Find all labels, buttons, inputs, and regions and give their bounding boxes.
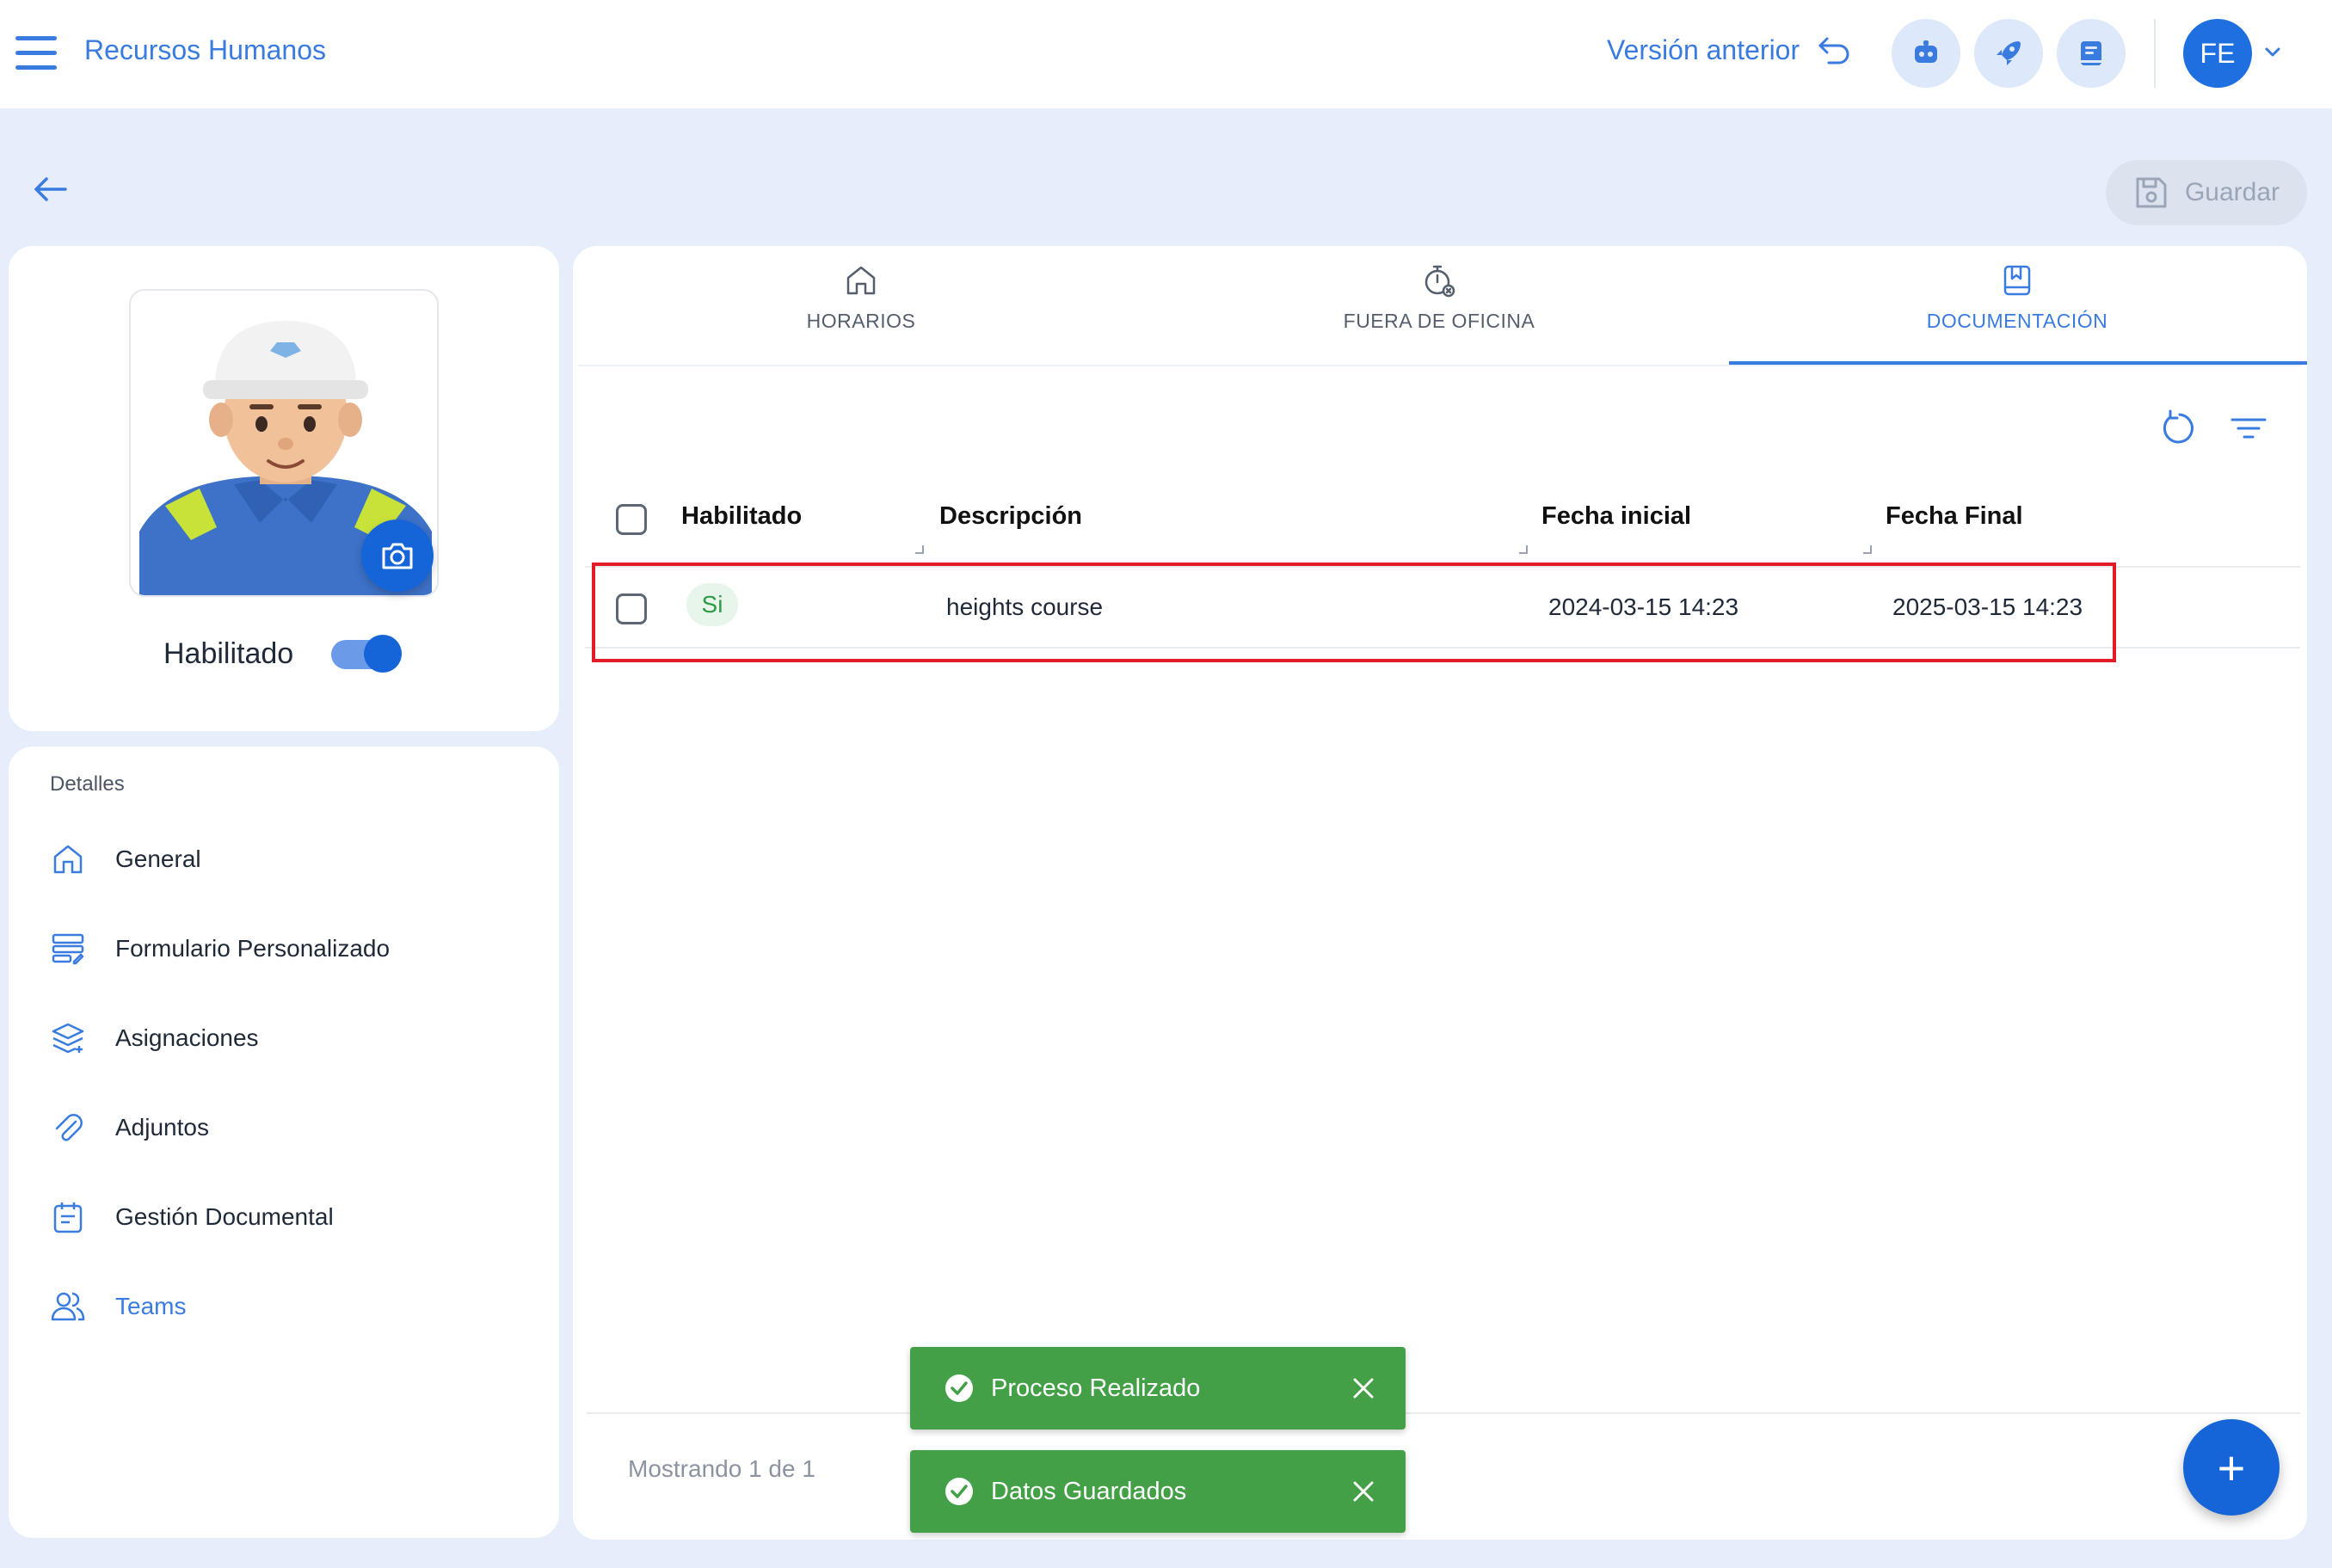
toast-data-saved: Datos Guardados bbox=[910, 1450, 1406, 1533]
details-title: Detalles bbox=[50, 772, 125, 796]
column-header-fecha-final[interactable]: Fecha Final bbox=[1886, 502, 2023, 531]
home-icon bbox=[53, 845, 83, 874]
nav-item-document-management[interactable]: Gestión Documental bbox=[50, 1199, 334, 1235]
tab-label: HORARIOS bbox=[806, 310, 916, 332]
nav-item-label: General bbox=[115, 845, 201, 872]
hamburger-menu-icon[interactable] bbox=[15, 36, 57, 71]
app-title: Recursos Humanos bbox=[84, 34, 326, 65]
enabled-label: Habilitado bbox=[163, 637, 294, 670]
layers-icon bbox=[52, 1023, 84, 1054]
tab-fuera-de-oficina[interactable]: FUERA DE OFICINA bbox=[1151, 263, 1727, 372]
details-card: Detalles General Formulario Personalizad… bbox=[9, 747, 559, 1538]
toast-text: Datos Guardados bbox=[991, 1477, 1187, 1505]
tab-label: DOCUMENTACIÓN bbox=[1926, 310, 2108, 332]
column-resize-handle[interactable] bbox=[1863, 545, 1872, 554]
pagination-status: Mostrando 1 de 1 bbox=[628, 1455, 815, 1482]
enabled-toggle[interactable] bbox=[331, 634, 403, 673]
filter-lines-icon bbox=[2230, 418, 2267, 439]
close-icon bbox=[1353, 1481, 1374, 1502]
previous-version-label: Versión anterior bbox=[1607, 34, 1800, 65]
footer-divider bbox=[587, 1412, 2300, 1414]
change-photo-button[interactable] bbox=[361, 520, 434, 592]
nav-item-label: Asignaciones bbox=[115, 1024, 259, 1051]
bookmark-book-icon bbox=[2003, 265, 2031, 296]
toast-process-done: Proceso Realizado bbox=[910, 1347, 1406, 1430]
previous-version-button[interactable]: Versión anterior bbox=[1607, 34, 1851, 66]
column-header-descripcion[interactable]: Descripción bbox=[939, 502, 1082, 531]
nav-item-assignments[interactable]: Asignaciones bbox=[50, 1020, 259, 1056]
floppy-disk-icon bbox=[2136, 177, 2167, 208]
nav-item-attachments[interactable]: Adjuntos bbox=[50, 1110, 209, 1146]
toast-close-button[interactable] bbox=[1333, 1461, 1394, 1522]
nav-item-label: Adjuntos bbox=[115, 1114, 209, 1141]
toast-text: Proceso Realizado bbox=[991, 1374, 1201, 1402]
user-avatar[interactable]: FE bbox=[2183, 19, 2252, 88]
robot-icon bbox=[1915, 40, 1937, 63]
top-bar: Recursos Humanos Versión anterior FE bbox=[0, 0, 2332, 108]
toggle-knob bbox=[364, 634, 403, 673]
close-icon bbox=[1353, 1378, 1374, 1399]
users-icon bbox=[51, 1292, 85, 1321]
book-icon bbox=[2081, 41, 2101, 65]
header-divider bbox=[2154, 19, 2156, 88]
main-card: HORARIOS FUERA DE OFICINA DOCUMENTACIÓN bbox=[573, 246, 2307, 1540]
nav-item-label: Gestión Documental bbox=[115, 1203, 334, 1230]
nav-item-label: Formulario Personalizado bbox=[115, 935, 391, 962]
enabled-row: Habilitado bbox=[163, 634, 403, 673]
refresh-button[interactable] bbox=[2156, 404, 2204, 452]
undo-arrow-icon bbox=[1818, 37, 1849, 64]
home-icon bbox=[846, 266, 876, 295]
clipboard-icon bbox=[53, 1202, 83, 1233]
check-circle-icon bbox=[945, 1374, 973, 1402]
add-record-button[interactable]: + bbox=[2183, 1419, 2280, 1516]
nav-item-general[interactable]: General bbox=[50, 841, 201, 877]
tab-documentacion[interactable]: DOCUMENTACIÓN bbox=[1729, 263, 2305, 372]
tab-horarios[interactable]: HORARIOS bbox=[573, 263, 1149, 372]
timer-icon bbox=[1424, 265, 1455, 298]
check-circle-icon bbox=[945, 1478, 973, 1505]
toast-close-button[interactable] bbox=[1333, 1358, 1394, 1418]
row-highlight-box bbox=[592, 563, 2116, 662]
active-tab-indicator bbox=[1729, 361, 2307, 365]
column-header-fecha-inicial[interactable]: Fecha inicial bbox=[1541, 502, 1691, 531]
column-resize-handle[interactable] bbox=[915, 545, 924, 554]
rocket-button[interactable] bbox=[1974, 19, 2043, 88]
tabs-divider bbox=[578, 365, 2302, 366]
profile-card: Habilitado bbox=[9, 246, 559, 731]
select-all-checkbox[interactable] bbox=[616, 504, 647, 535]
column-resize-handle[interactable] bbox=[1519, 545, 1528, 554]
paperclip-icon bbox=[55, 1114, 83, 1141]
book-button[interactable] bbox=[2057, 19, 2126, 88]
form-edit-icon bbox=[52, 933, 84, 965]
save-button[interactable]: Guardar bbox=[2106, 160, 2307, 225]
nav-item-teams[interactable]: Teams bbox=[50, 1288, 186, 1325]
chevron-down-icon[interactable] bbox=[2262, 41, 2283, 62]
refresh-icon bbox=[2163, 409, 2194, 444]
camera-icon bbox=[382, 543, 413, 569]
save-label: Guardar bbox=[2184, 178, 2280, 206]
rocket-icon bbox=[1997, 41, 2021, 65]
filter-button[interactable] bbox=[2224, 404, 2273, 452]
arrow-left-icon[interactable] bbox=[31, 172, 71, 206]
tab-label: FUERA DE OFICINA bbox=[1343, 310, 1535, 332]
nav-item-custom-form[interactable]: Formulario Personalizado bbox=[50, 931, 390, 967]
robot-button[interactable] bbox=[1892, 19, 1960, 88]
nav-item-label: Teams bbox=[115, 1293, 187, 1319]
column-header-habilitado[interactable]: Habilitado bbox=[681, 502, 802, 531]
